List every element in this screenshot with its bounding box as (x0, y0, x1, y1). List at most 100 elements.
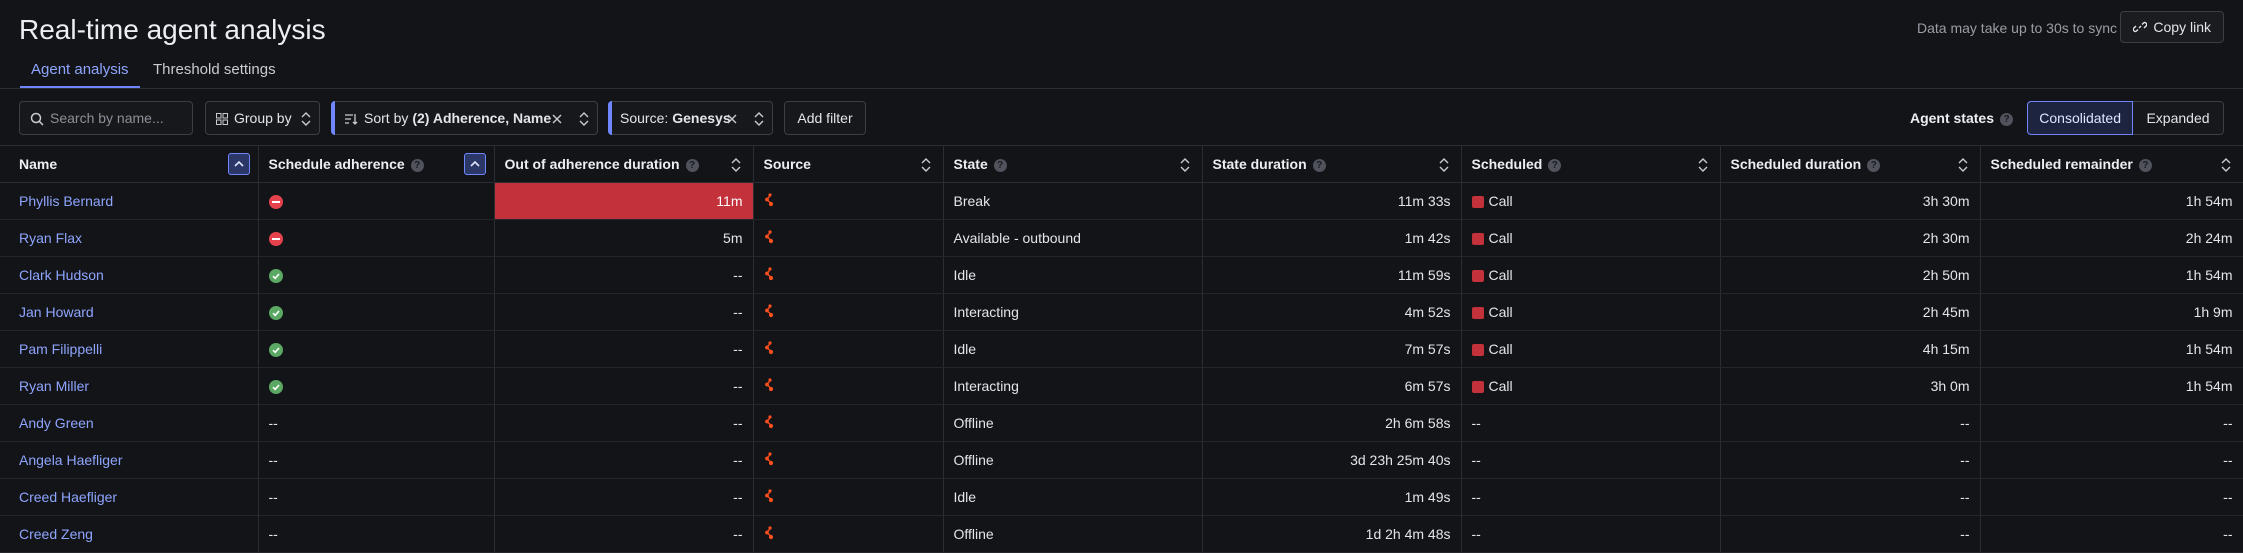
table-row[interactable]: Ryan Miller -- Interacting 6m 57s Call 3h 0m 1… (0, 367, 2243, 405)
help-icon[interactable]: ? (2000, 112, 2013, 126)
scheduled-cell: Call (1461, 367, 1721, 405)
close-icon[interactable] (727, 114, 737, 124)
help-icon[interactable]: ? (410, 158, 424, 172)
agent-name-link[interactable]: Pam Filippelli (0, 330, 259, 368)
scheduled-remainder-cell: -- (1980, 478, 2243, 516)
state-cell: Break (943, 182, 1203, 220)
col-schedule-adherence-header[interactable]: Schedule adherence? (258, 146, 495, 183)
agent-name-link[interactable]: Phyllis Bernard (0, 182, 259, 220)
sort-toggle[interactable] (1180, 157, 1190, 176)
help-icon[interactable]: ? (1312, 158, 1326, 172)
sort-ascending-button[interactable] (463, 153, 486, 175)
col-out-of-adherence-duration-header[interactable]: Out of adherence duration? (494, 146, 754, 183)
col-scheduled-remainder-header[interactable]: Scheduled remainder? (1980, 146, 2243, 183)
agent-name-link[interactable]: Jan Howard (0, 293, 259, 331)
activity-color-swatch (1471, 381, 1484, 394)
col-state-header[interactable]: State? (943, 146, 1203, 183)
out-of-adherence-duration-cell: -- (494, 478, 754, 516)
help-icon[interactable]: ? (1548, 158, 1562, 172)
group-by-button[interactable]: Group by (205, 101, 320, 135)
scheduled-duration-cell: -- (1720, 478, 1981, 516)
agent-name-link[interactable]: Creed Zeng (0, 515, 259, 553)
tab-agent-analysis[interactable]: Agent analysis (20, 60, 140, 88)
agent-name-link[interactable]: Ryan Flax (0, 219, 259, 257)
col-scheduled-duration-header[interactable]: Scheduled duration? (1720, 146, 1981, 183)
expanded-option[interactable]: Expanded (2133, 101, 2224, 135)
agent-name-link[interactable]: Angela Haefliger (0, 441, 259, 479)
source-filter-chip[interactable]: Source: Genesys (608, 101, 773, 135)
sort-toggle[interactable] (2221, 157, 2231, 176)
table-row[interactable]: Angela Haefliger -- -- Offline 3d 23h 25m 40… (0, 441, 2243, 479)
state-duration-cell: 4m 52s (1202, 293, 1462, 331)
source-prefix: Source: (620, 110, 669, 126)
column-label: State (953, 156, 988, 172)
help-icon[interactable]: ? (1867, 158, 1881, 172)
schedule-adherence-cell (258, 330, 495, 368)
out-of-adherence-duration-cell: 11m (494, 182, 754, 220)
agent-table: Name Schedule adherence? Out of adherence … (0, 146, 2243, 553)
genesys-source-icon (764, 488, 773, 502)
help-icon[interactable]: ? (685, 158, 699, 172)
sort-toggle[interactable] (1958, 157, 1968, 176)
table-body: Phyllis Bernard 11m Break 11m 33s Call 3h 30m… (0, 182, 2243, 553)
column-label: Scheduled (1471, 156, 1543, 172)
group-by-label: Group by (234, 110, 292, 126)
table-row[interactable]: Pam Filippelli -- Idle 7m 57s Call 4h 15m 1h 5… (0, 330, 2243, 368)
help-icon[interactable]: ? (2138, 158, 2152, 172)
consolidated-option[interactable]: Consolidated (2027, 101, 2133, 135)
col-state-duration-header[interactable]: State duration? (1202, 146, 1462, 183)
agent-name-link[interactable]: Clark Hudson (0, 256, 259, 294)
copy-link-button[interactable]: Copy link (2120, 11, 2224, 43)
table-row[interactable]: Phyllis Bernard 11m Break 11m 33s Call 3h 30m… (0, 182, 2243, 220)
activity-color-swatch (1471, 233, 1484, 246)
source-cell (753, 293, 944, 331)
tab-bar: Agent analysis Threshold settings (0, 52, 2243, 89)
agent-name-link[interactable]: Creed Haefliger (0, 478, 259, 516)
sort-toggle[interactable] (921, 157, 931, 176)
scheduled-activity: Call (1488, 341, 1513, 357)
genesys-source-icon (764, 266, 773, 280)
copy-link-label: Copy link (2153, 19, 2211, 35)
source-cell (753, 219, 944, 257)
sort-ascending-button[interactable] (227, 153, 250, 175)
scheduled-activity: -- (1471, 452, 1481, 468)
table-row[interactable]: Jan Howard -- Interacting 4m 52s Call 2h 45m 1… (0, 293, 2243, 331)
filter-toolbar: Search by name... Group by Sort by (2) A… (0, 89, 2243, 146)
add-filter-button[interactable]: Add filter (784, 101, 866, 135)
col-source-header[interactable]: Source (753, 146, 944, 183)
page-header: Real-time agent analysis Data may take u… (0, 0, 2243, 52)
column-label: Schedule adherence (268, 156, 405, 172)
sort-by-chip[interactable]: Sort by (2) Adherence, Name (331, 101, 598, 135)
table-row[interactable]: Ryan Flax 5m Available - outbound 1m 42s Cal… (0, 219, 2243, 257)
table-row[interactable]: Andy Green -- -- Offline 2h 6m 58s -- -- -- (0, 404, 2243, 442)
sort-icon (345, 114, 358, 125)
close-icon[interactable] (552, 114, 562, 124)
table-row[interactable]: Creed Haefliger -- -- Idle 1m 49s -- -- -- (0, 478, 2243, 516)
col-scheduled-header[interactable]: Scheduled? (1461, 146, 1721, 183)
activity-color-swatch (1471, 196, 1484, 209)
table-row[interactable]: Creed Zeng -- -- Offline 1d 2h 4m 48s -- -- -- (0, 515, 2243, 553)
chip-accent (608, 101, 612, 135)
state-duration-cell: 3d 23h 25m 40s (1202, 441, 1462, 479)
adherence-empty: -- (268, 489, 278, 505)
chevron-updown-icon (2221, 158, 2230, 172)
table-row[interactable]: Clark Hudson -- Idle 11m 59s Call 2h 50m 1h 54… (0, 256, 2243, 294)
search-input[interactable]: Search by name... (19, 101, 193, 135)
help-icon[interactable]: ? (993, 158, 1007, 172)
column-label: Name (19, 156, 58, 172)
chip-accent (331, 101, 335, 135)
agent-states-text: Agent states (1909, 110, 1994, 126)
adherence-empty: -- (268, 415, 278, 431)
source-cell (753, 367, 944, 405)
out-of-adherence-duration-cell: -- (494, 256, 754, 294)
chevron-updown-icon (301, 112, 311, 126)
col-name-header[interactable]: Name (0, 146, 259, 183)
agent-name-link[interactable]: Andy Green (0, 404, 259, 442)
agent-states-label: Agent states? (1910, 110, 2013, 126)
sort-toggle[interactable] (731, 157, 741, 176)
sort-toggle[interactable] (1698, 157, 1708, 176)
sort-toggle[interactable] (1439, 157, 1449, 176)
scheduled-activity: Call (1488, 230, 1513, 246)
tab-threshold-settings[interactable]: Threshold settings (142, 60, 287, 88)
agent-name-link[interactable]: Ryan Miller (0, 367, 259, 405)
